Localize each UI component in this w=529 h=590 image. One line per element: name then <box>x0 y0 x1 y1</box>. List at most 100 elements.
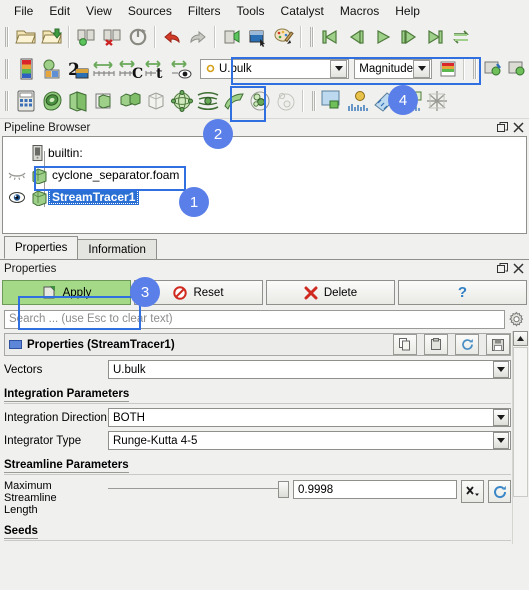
color-map-editor-button[interactable] <box>13 56 39 82</box>
integration-direction-combo[interactable]: BOTH <box>108 408 511 427</box>
undo-button[interactable] <box>159 24 185 50</box>
color-array-dropdown-arrow[interactable] <box>330 59 348 78</box>
calculator-filter-button[interactable] <box>13 88 39 114</box>
extract-level-button[interactable] <box>273 88 299 114</box>
properties-scroll-area[interactable]: Properties (StreamTracer1) Vectors U.bul… <box>0 331 529 544</box>
properties-float-button[interactable] <box>495 262 509 276</box>
next-frame-button[interactable] <box>396 24 422 50</box>
extract-subset-filter-button[interactable] <box>143 88 169 114</box>
group-datasets-button[interactable] <box>247 88 273 114</box>
previous-frame-button[interactable] <box>344 24 370 50</box>
menu-item-view[interactable]: View <box>78 2 120 20</box>
menu-item-filters[interactable]: Filters <box>180 2 229 20</box>
advanced-properties-button[interactable] <box>505 309 527 329</box>
pipeline-item-cyclone-separator[interactable]: cyclone_separator.foam <box>3 164 526 186</box>
pipeline-item-streamtracer1[interactable]: StreamTracer1 <box>3 186 526 208</box>
rescale-visible-range-button[interactable]: t <box>143 56 169 82</box>
delete-data-button[interactable] <box>99 24 125 50</box>
rescale-over-time-button[interactable]: C <box>117 56 143 82</box>
help-button[interactable]: ? <box>398 280 527 305</box>
rescale-visible-eye-button[interactable] <box>169 56 195 82</box>
axes-grid-button[interactable] <box>424 88 450 114</box>
collapse-icon[interactable] <box>9 340 22 349</box>
plot-over-line-button[interactable] <box>320 88 346 114</box>
menu-item-catalyst[interactable]: Catalyst <box>273 2 332 20</box>
toolbar-main <box>0 21 529 53</box>
restore-defaults-button[interactable] <box>455 334 479 355</box>
save-data-button[interactable] <box>73 24 99 50</box>
edit-color-legend-button[interactable] <box>39 56 65 82</box>
play-button[interactable] <box>370 24 396 50</box>
loop-button[interactable] <box>448 24 474 50</box>
visibility-toggle-hidden[interactable] <box>3 169 31 181</box>
reload-files-button[interactable] <box>125 24 151 50</box>
vcr-toolbar-grip[interactable] <box>308 25 316 49</box>
delete-button[interactable]: Delete <box>266 280 395 305</box>
component-dropdown-arrow[interactable] <box>413 59 430 78</box>
properties-close-button[interactable] <box>511 262 525 276</box>
menu-item-sources[interactable]: Sources <box>120 2 180 20</box>
clip-filter-button[interactable] <box>65 88 91 114</box>
refresh-range-button[interactable] <box>488 480 511 503</box>
properties-scrollbar[interactable] <box>512 331 528 544</box>
contour-filter-button[interactable] <box>39 88 65 114</box>
toolbar-grip[interactable] <box>3 89 11 113</box>
color-array-combo[interactable]: U.bulk <box>200 58 350 79</box>
stream-tracer-filter-button[interactable] <box>195 88 221 114</box>
visibility-toggle-visible[interactable] <box>3 191 31 204</box>
toolbar-grip[interactable] <box>3 25 11 49</box>
toolbar-grip[interactable] <box>471 57 479 81</box>
rescale-custom-range-button[interactable] <box>91 56 117 82</box>
last-frame-button[interactable] <box>422 24 448 50</box>
toolbar-grip[interactable] <box>3 57 11 81</box>
properties-search-row: Search ... (use Esc to clear text) <box>0 307 529 331</box>
reset-to-data-range-button[interactable] <box>461 480 484 503</box>
paste-properties-button[interactable] <box>424 334 448 355</box>
pipeline-float-button[interactable] <box>495 121 509 135</box>
colormap-settings-button[interactable] <box>505 57 529 81</box>
component-combo[interactable]: Magnitude <box>354 58 432 79</box>
menu-item-tools[interactable]: Tools <box>229 2 273 20</box>
callout-badge-3: 3 <box>130 277 160 307</box>
pipeline-browser[interactable]: builtin: cyclone_separator.foam StreamTr… <box>2 136 527 234</box>
open-recent-button[interactable] <box>39 24 65 50</box>
plot-data-button[interactable] <box>346 88 372 114</box>
apply-button[interactable]: Apply <box>2 280 131 305</box>
scrollbar-thumb[interactable] <box>513 347 528 497</box>
extract-selection-button[interactable] <box>219 24 245 50</box>
integrator-type-dropdown-arrow[interactable] <box>493 432 509 449</box>
toolbar-grip[interactable] <box>310 89 318 113</box>
color-palette-button[interactable] <box>271 24 297 50</box>
menu-item-macros[interactable]: Macros <box>332 2 387 20</box>
redo-button[interactable] <box>185 24 211 50</box>
search-input[interactable]: Search ... (use Esc to clear text) <box>4 309 505 329</box>
copy-properties-button[interactable] <box>393 334 417 355</box>
pipeline-close-button[interactable] <box>511 121 525 135</box>
threshold-filter-button[interactable] <box>117 88 143 114</box>
vectors-combo[interactable]: U.bulk <box>108 360 511 379</box>
slice-filter-button[interactable] <box>91 88 117 114</box>
vectors-dropdown-arrow[interactable] <box>493 361 509 378</box>
rescale-to-data-range-button[interactable]: 2 <box>65 56 91 82</box>
scroll-up-button[interactable] <box>513 331 528 346</box>
screenshot-button[interactable] <box>245 24 271 50</box>
menu-item-help[interactable]: Help <box>387 2 428 20</box>
tab-information[interactable]: Information <box>77 239 157 259</box>
maximum-streamline-length-input[interactable]: 0.9998 <box>293 480 457 499</box>
tab-properties[interactable]: Properties <box>4 236 79 259</box>
menu-item-edit[interactable]: Edit <box>41 2 78 20</box>
save-defaults-button[interactable] <box>486 334 510 355</box>
toggle-color-legend-button[interactable] <box>481 57 505 81</box>
slider-handle[interactable] <box>278 480 289 498</box>
menu-item-file[interactable]: File <box>6 2 41 20</box>
warp-filter-button[interactable] <box>221 88 247 114</box>
maximum-streamline-length-slider[interactable] <box>108 480 289 498</box>
pipeline-item-builtin[interactable]: builtin: <box>3 142 526 164</box>
first-frame-button[interactable] <box>318 24 344 50</box>
properties-group-header[interactable]: Properties (StreamTracer1) <box>4 333 511 356</box>
edit-colormap-button[interactable] <box>436 57 460 81</box>
glyph-filter-button[interactable] <box>169 88 195 114</box>
integration-direction-dropdown-arrow[interactable] <box>493 409 509 426</box>
integrator-type-combo[interactable]: Runge-Kutta 4-5 <box>108 431 511 450</box>
open-file-button[interactable] <box>13 24 39 50</box>
